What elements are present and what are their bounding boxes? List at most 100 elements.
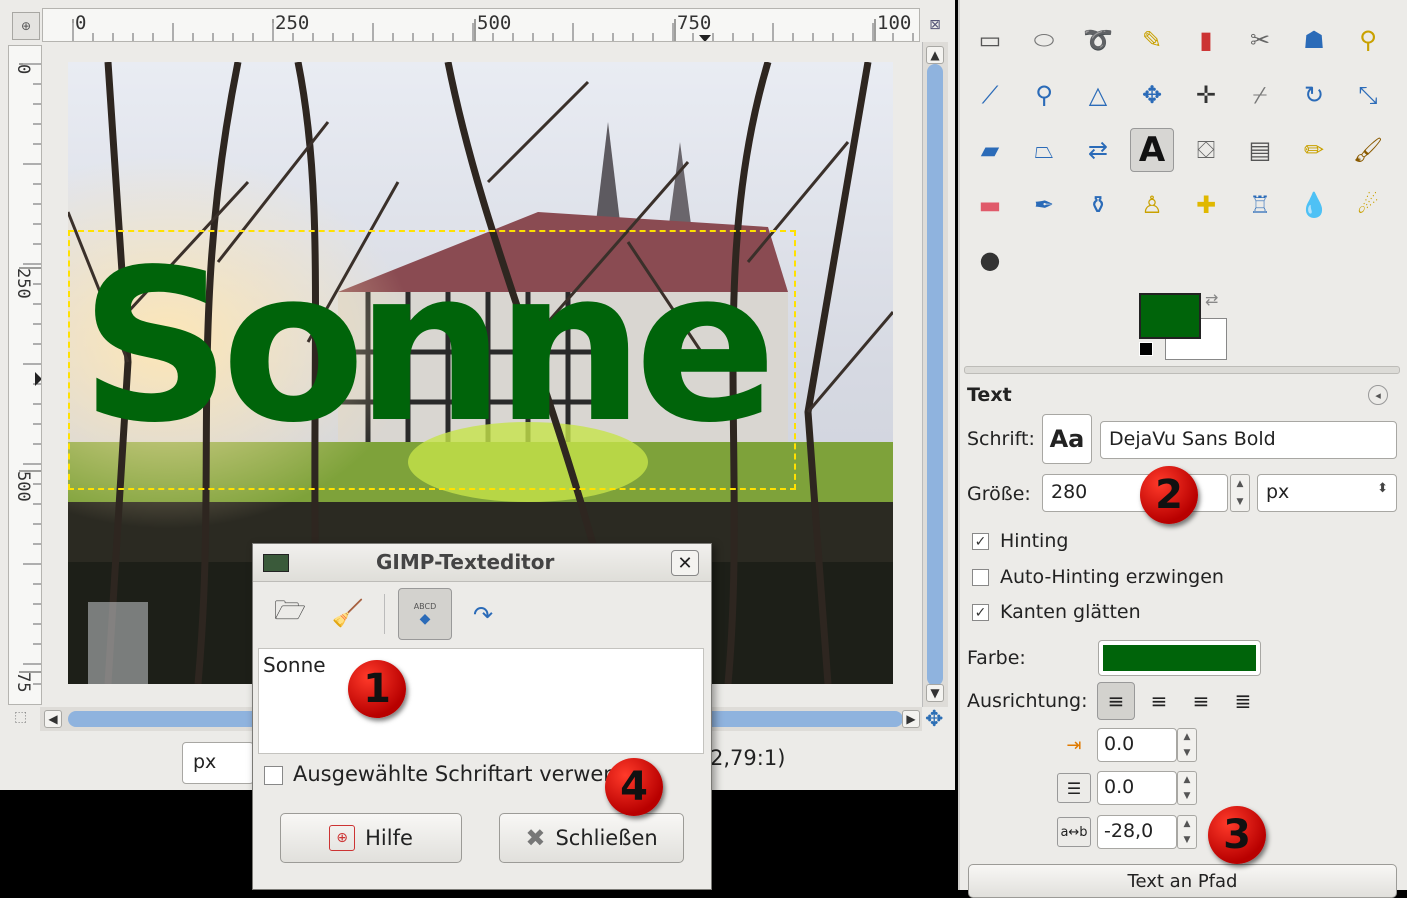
- airbrush-icon[interactable]: ✒: [1022, 183, 1066, 227]
- size-spinner[interactable]: ▲ ▼: [1230, 474, 1250, 512]
- lasso-icon[interactable]: ➰: [1076, 18, 1120, 62]
- perspective-clone-icon[interactable]: ♖: [1238, 183, 1282, 227]
- pencil-icon[interactable]: ✏: [1292, 128, 1336, 172]
- justify-right-icon[interactable]: ≡: [1142, 682, 1176, 720]
- color-picker-icon[interactable]: ⟋: [968, 73, 1012, 117]
- text-icon[interactable]: A: [1130, 128, 1174, 172]
- eraser-icon[interactable]: ▬: [968, 183, 1012, 227]
- text-along-path-button[interactable]: Text an Pfad: [968, 864, 1397, 898]
- indent-input[interactable]: 0.0: [1097, 728, 1177, 762]
- paths-icon[interactable]: ⚲: [1346, 18, 1390, 62]
- justify-fill-icon[interactable]: ≣: [1226, 682, 1260, 720]
- foreground-color-swatch[interactable]: [1139, 293, 1201, 339]
- default-colors-icon[interactable]: [1139, 342, 1153, 356]
- blend-icon[interactable]: ▤: [1238, 128, 1282, 172]
- canvas-text-layer[interactable]: Sonne: [80, 242, 777, 452]
- use-font-checkbox[interactable]: [264, 766, 283, 785]
- bucket-fill-icon[interactable]: ⛋: [1184, 128, 1228, 172]
- gimp-app-icon: [263, 554, 289, 572]
- zoom-navigate-icon[interactable]: ⊠: [922, 12, 948, 38]
- unit-select[interactable]: px: [182, 742, 254, 784]
- ruler-label-750: 750: [677, 12, 712, 34]
- indent-spinner[interactable]: ▲ ▼: [1177, 728, 1197, 762]
- zoom-icon[interactable]: ⚲: [1022, 73, 1066, 117]
- autohint-label: Auto-Hinting erzwingen: [1000, 566, 1224, 588]
- scroll-right-button[interactable]: ▶: [902, 710, 920, 728]
- ltr-direction-icon[interactable]: ABCD ◆: [398, 588, 452, 640]
- heal-icon[interactable]: ✚: [1184, 183, 1228, 227]
- navigate-icon[interactable]: ✥: [925, 707, 943, 732]
- perspective-icon[interactable]: ⏢: [1022, 128, 1066, 172]
- justify-center-icon[interactable]: ≡: [1184, 682, 1218, 720]
- shear-icon[interactable]: ▰: [968, 128, 1012, 172]
- dialog-close-icon[interactable]: ✕: [671, 550, 699, 576]
- quick-mask-icon[interactable]: ⬚: [14, 709, 27, 725]
- autohint-checkbox[interactable]: [972, 569, 989, 586]
- scroll-down-button[interactable]: ▼: [926, 684, 944, 702]
- ruler-corner-button[interactable]: ⊕: [12, 12, 40, 40]
- close-button[interactable]: ✖ Schließen: [499, 813, 684, 863]
- vruler-label-250: 250: [13, 268, 33, 299]
- color-select-icon[interactable]: ▮: [1184, 18, 1228, 62]
- marker-2: 2: [1140, 466, 1198, 524]
- hinting-label: Hinting: [1000, 530, 1069, 552]
- line-spacing-input[interactable]: 0.0: [1097, 771, 1177, 805]
- paintbrush-icon[interactable]: 🖌: [1346, 128, 1390, 172]
- line-spacing-spinner[interactable]: ▲ ▼: [1177, 771, 1197, 805]
- justify-left-icon[interactable]: ≡: [1097, 682, 1135, 720]
- foreground-select-icon[interactable]: ☗: [1292, 18, 1336, 62]
- vruler-label-500: 500: [13, 471, 33, 502]
- tool-options-menu-icon[interactable]: ◂: [1368, 385, 1388, 405]
- size-unit-select[interactable]: px ⬍: [1257, 474, 1397, 512]
- panel-divider[interactable]: [964, 366, 1400, 374]
- letter-spacing-icon: a↔b: [1057, 817, 1091, 847]
- select-arrows-icon: ⬍: [1377, 481, 1388, 496]
- flip-icon[interactable]: ⇄: [1076, 128, 1120, 172]
- scroll-up-button[interactable]: ▲: [926, 46, 944, 64]
- fuzzy-select-icon[interactable]: ✎: [1130, 18, 1174, 62]
- ruler-label-0: 0: [75, 12, 87, 34]
- font-select-button[interactable]: Aa: [1042, 414, 1092, 464]
- horizontal-ruler: 0 250 500 750 100: [42, 8, 920, 42]
- marker-3: 3: [1208, 806, 1266, 864]
- vertical-scroll-thumb[interactable]: [927, 64, 943, 686]
- antialias-checkbox[interactable]: ✓: [972, 604, 989, 621]
- move-icon[interactable]: ✥: [1130, 73, 1174, 117]
- ellipse-select-icon[interactable]: ⬭: [1022, 18, 1066, 62]
- crop-icon[interactable]: ⌿: [1238, 73, 1282, 117]
- clone-icon[interactable]: ♙: [1130, 183, 1174, 227]
- editor-text: Sonne: [263, 653, 326, 677]
- marker-1: 1: [348, 660, 406, 718]
- ink-icon[interactable]: ⚱: [1076, 183, 1120, 227]
- help-icon: ⊕: [329, 825, 356, 851]
- scissors-icon[interactable]: ✂: [1238, 18, 1282, 62]
- text-editor-area[interactable]: Sonne: [258, 648, 704, 754]
- scroll-left-button[interactable]: ◀: [44, 710, 62, 728]
- size-input[interactable]: 280: [1042, 474, 1228, 512]
- smudge-icon[interactable]: ☄: [1346, 183, 1390, 227]
- swap-colors-icon[interactable]: ⇄: [1205, 290, 1218, 309]
- letter-spacing-spinner[interactable]: ▲ ▼: [1177, 815, 1197, 849]
- clear-text-icon[interactable]: 🧹: [328, 594, 368, 634]
- open-file-icon[interactable]: 🗁: [270, 594, 310, 634]
- rtl-direction-icon[interactable]: ↷: [460, 592, 506, 638]
- letter-spacing-input[interactable]: -28,0: [1097, 815, 1177, 849]
- measure-icon[interactable]: △: [1076, 73, 1120, 117]
- vruler-label-750: 75: [13, 672, 33, 693]
- ruler-label-1000: 100: [877, 12, 912, 34]
- dodge-burn-icon[interactable]: ●: [968, 238, 1012, 282]
- text-color-swatch: [1103, 645, 1256, 671]
- help-button[interactable]: ⊕ Hilfe: [280, 813, 462, 863]
- font-label: Schrift:: [967, 428, 1035, 450]
- hinting-checkbox[interactable]: ✓: [972, 533, 989, 550]
- font-input[interactable]: DejaVu Sans Bold: [1100, 421, 1397, 459]
- scale-icon[interactable]: ⤡: [1346, 73, 1390, 117]
- close-x-icon: ✖: [525, 824, 546, 852]
- rotate-icon[interactable]: ↻: [1292, 73, 1336, 117]
- vruler-label-0: 0: [13, 64, 33, 75]
- blur-icon[interactable]: 💧: [1292, 183, 1336, 227]
- text-color-button[interactable]: [1098, 640, 1261, 676]
- zoom-readout: 2,79:1): [710, 746, 786, 770]
- rect-select-icon[interactable]: ▭: [968, 18, 1012, 62]
- align-icon[interactable]: ✛: [1184, 73, 1228, 117]
